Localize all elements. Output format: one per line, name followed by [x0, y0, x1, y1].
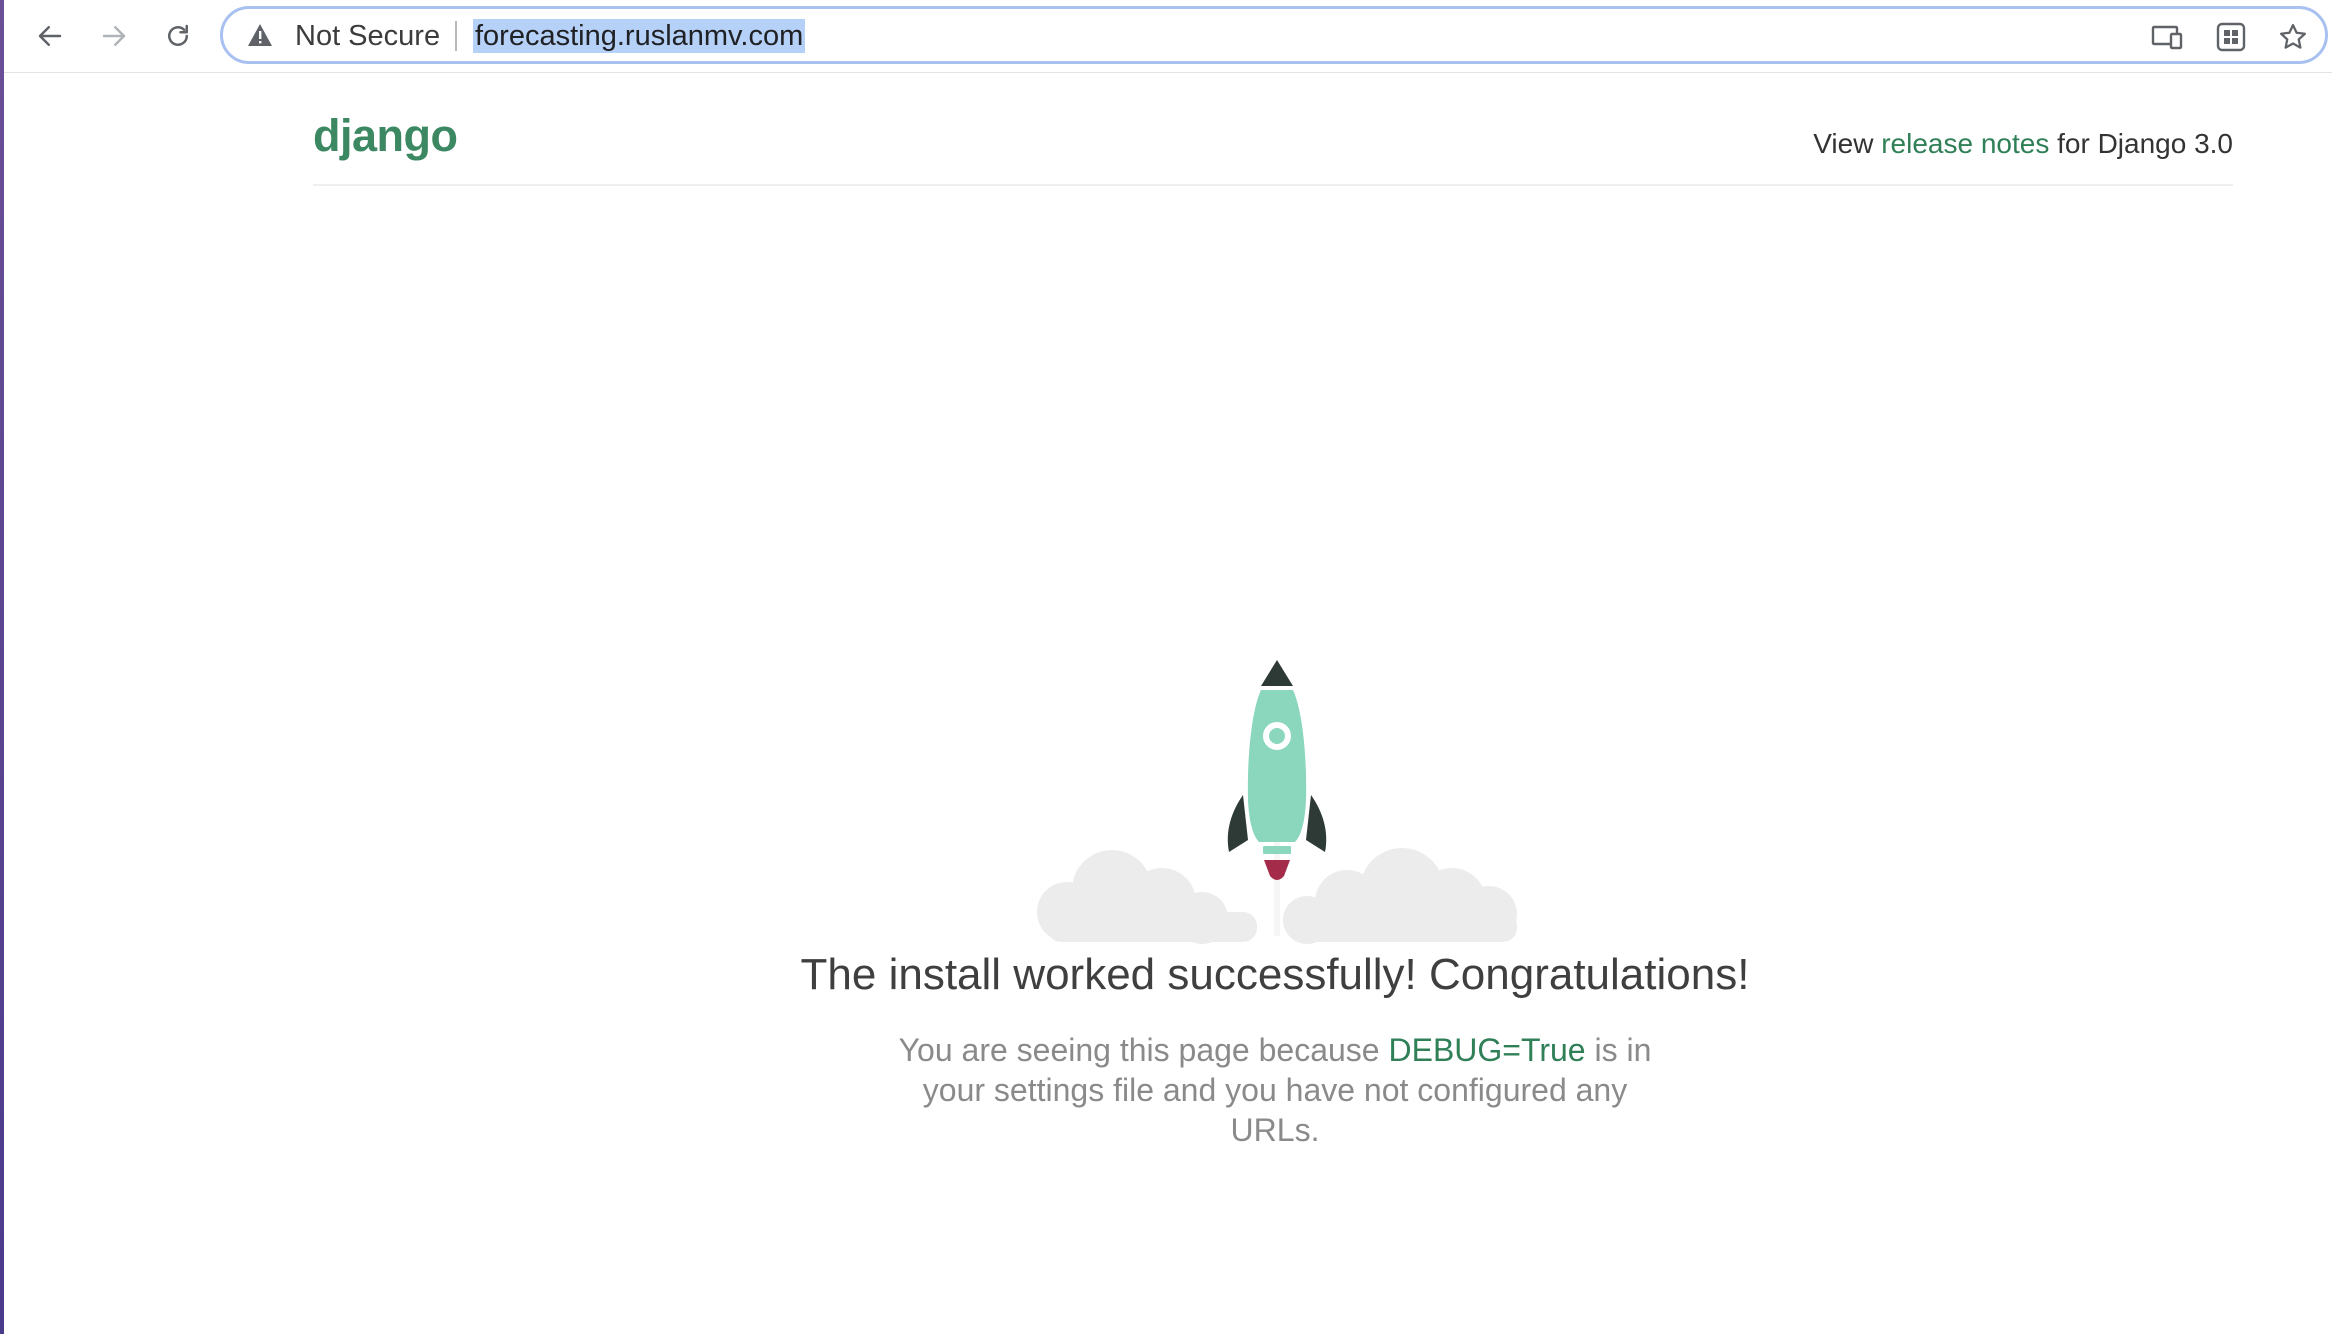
debug-true-highlight: DEBUG=True: [1388, 1032, 1586, 1068]
success-headline: The install worked successfully! Congrat…: [800, 950, 1750, 999]
rocket-nozzle: [1263, 846, 1291, 854]
address-divider: [455, 21, 457, 51]
window-edge: [0, 0, 4, 1334]
back-button[interactable]: [28, 14, 72, 58]
forward-button[interactable]: [92, 14, 136, 58]
cast-button[interactable]: [2147, 19, 2187, 55]
rocket-body: [1247, 690, 1307, 842]
release-notes-link[interactable]: release notes: [1881, 128, 2049, 159]
bookmark-star-icon: [2280, 24, 2306, 49]
qr-code-icon: [2216, 22, 2246, 52]
address-bar[interactable]: Not Secure forecasting.ruslanmv.com: [220, 6, 2328, 64]
bookmark-button[interactable]: [2273, 19, 2313, 55]
debug-explanation: You are seeing this page because DEBUG=T…: [880, 1030, 1670, 1150]
django-logo[interactable]: django: [313, 110, 458, 162]
qr-code-button[interactable]: [2211, 19, 2251, 55]
cloud-right: [1283, 848, 1517, 944]
exhaust-trail: [1274, 840, 1280, 936]
warning-triangle-icon[interactable]: [247, 23, 273, 47]
browser-toolbar: Not Secure forecasting.ruslanmv.com: [4, 0, 2332, 73]
release-notes-text: View release notes for Django 3.0: [1813, 128, 2233, 160]
rocket-nose: [1261, 660, 1293, 686]
django-header: django View release notes for Django 3.0: [313, 100, 2233, 186]
rocket-fin-right: [1306, 795, 1327, 852]
url-text[interactable]: forecasting.ruslanmv.com: [473, 19, 806, 53]
debug-text-prefix: You are seeing this page because: [898, 1032, 1389, 1068]
reload-icon: [168, 24, 188, 46]
release-suffix: for Django 3.0: [2049, 128, 2233, 159]
security-status[interactable]: Not Secure: [295, 21, 440, 51]
cloud-left: [1037, 850, 1257, 944]
rocket-fin-left: [1227, 795, 1248, 852]
rocket-illustration: [1007, 650, 1547, 950]
forward-arrow-icon: [102, 26, 126, 46]
back-arrow-icon: [38, 26, 62, 46]
cast-icon: [2151, 25, 2183, 50]
reload-button[interactable]: [156, 14, 200, 58]
rocket-flame: [1264, 860, 1290, 880]
release-prefix: View: [1813, 128, 1882, 159]
